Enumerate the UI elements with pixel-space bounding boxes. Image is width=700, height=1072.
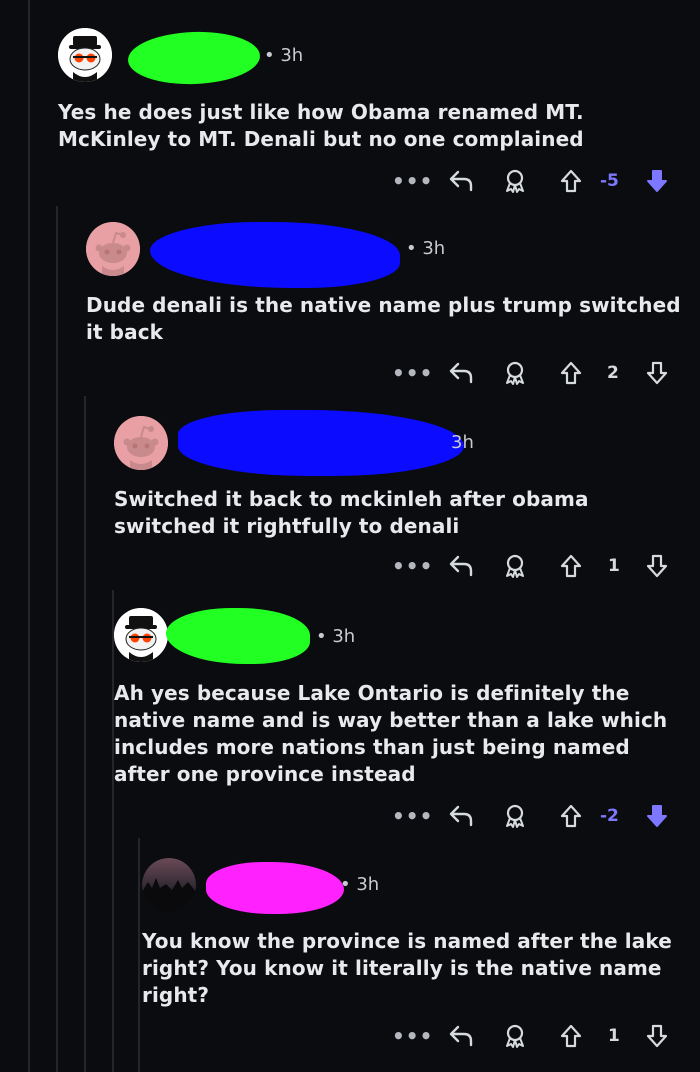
comment-body: Dude denali is the native name plus trum…	[86, 293, 681, 344]
award-button[interactable]	[500, 551, 530, 581]
vote-score: -5	[600, 171, 619, 191]
username-redacted[interactable]	[166, 608, 310, 664]
downvote-button[interactable]	[642, 1021, 672, 1051]
award-button[interactable]	[500, 166, 530, 196]
thread-line-level-2	[56, 206, 58, 1072]
comment-body: You know the province is named after the…	[142, 929, 672, 1007]
more-options-button[interactable]: •••	[392, 806, 433, 826]
award-button[interactable]	[500, 358, 530, 388]
reply-button[interactable]	[446, 166, 476, 196]
comment-time: • 3h	[340, 874, 380, 895]
downvote-icon	[647, 170, 667, 192]
username-redacted[interactable]	[127, 29, 261, 87]
upvote-button[interactable]	[556, 801, 586, 831]
comment-time: • 3h	[264, 45, 304, 66]
comment-body: Ah yes because Lake Ontario is definitel…	[114, 681, 668, 786]
comment-time: 3h	[451, 432, 474, 453]
award-icon	[506, 804, 524, 828]
photo-avatar-icon[interactable]	[142, 858, 196, 912]
reply-button[interactable]	[446, 551, 476, 581]
comment-time: • 3h	[406, 238, 446, 259]
vote-score: 1	[608, 1026, 620, 1046]
downvote-icon	[646, 1024, 668, 1048]
upvote-button[interactable]	[556, 551, 586, 581]
award-icon	[506, 361, 524, 385]
award-button[interactable]	[500, 801, 530, 831]
downvote-button[interactable]	[642, 358, 672, 388]
thread-line-level-3	[84, 396, 86, 1072]
comment-body: Yes he does just like how Obama renamed …	[58, 100, 584, 151]
reply-button[interactable]	[446, 358, 476, 388]
comment-time: • 3h	[316, 626, 356, 647]
upvote-button[interactable]	[556, 166, 586, 196]
vote-score: -2	[600, 806, 619, 826]
snoo-top-hat-avatar-icon[interactable]	[58, 28, 112, 82]
award-button[interactable]	[500, 1021, 530, 1051]
downvote-button[interactable]	[642, 551, 672, 581]
upvote-icon	[560, 804, 582, 828]
upvote-icon	[560, 169, 582, 193]
award-icon	[506, 1024, 524, 1048]
reply-button[interactable]	[446, 801, 476, 831]
downvote-button[interactable]	[642, 801, 672, 831]
comment-body: Switched it back to mckinleh after obama…	[114, 487, 589, 538]
reply-icon	[449, 805, 473, 827]
reply-icon	[449, 362, 473, 384]
thread-line-level-1	[28, 0, 30, 1072]
reply-icon	[449, 1025, 473, 1047]
snoo-pink-avatar-icon[interactable]	[86, 222, 140, 276]
downvote-icon	[646, 361, 668, 385]
reply-icon	[449, 170, 473, 192]
upvote-icon	[560, 554, 582, 578]
downvote-button[interactable]	[642, 166, 672, 196]
thread-line-level-5	[138, 838, 140, 1072]
username-redacted[interactable]	[206, 862, 344, 914]
username-redacted[interactable]	[178, 410, 464, 476]
reply-icon	[449, 555, 473, 577]
upvote-icon	[560, 361, 582, 385]
downvote-icon	[646, 554, 668, 578]
upvote-button[interactable]	[556, 358, 586, 388]
snoo-pink-avatar-icon[interactable]	[114, 416, 168, 470]
reply-button[interactable]	[446, 1021, 476, 1051]
downvote-icon	[647, 805, 667, 827]
vote-score: 2	[607, 363, 619, 383]
thread-line-level-4	[112, 590, 114, 1072]
award-icon	[506, 169, 524, 193]
more-options-button[interactable]: •••	[392, 1026, 433, 1046]
award-icon	[506, 554, 524, 578]
more-options-button[interactable]: •••	[392, 363, 433, 383]
more-options-button[interactable]: •••	[392, 171, 433, 191]
upvote-button[interactable]	[556, 1021, 586, 1051]
more-options-button[interactable]: •••	[392, 556, 433, 576]
username-redacted[interactable]	[150, 222, 400, 288]
upvote-icon	[560, 1024, 582, 1048]
snoo-top-hat-avatar-icon[interactable]	[114, 608, 168, 662]
vote-score: 1	[608, 556, 620, 576]
